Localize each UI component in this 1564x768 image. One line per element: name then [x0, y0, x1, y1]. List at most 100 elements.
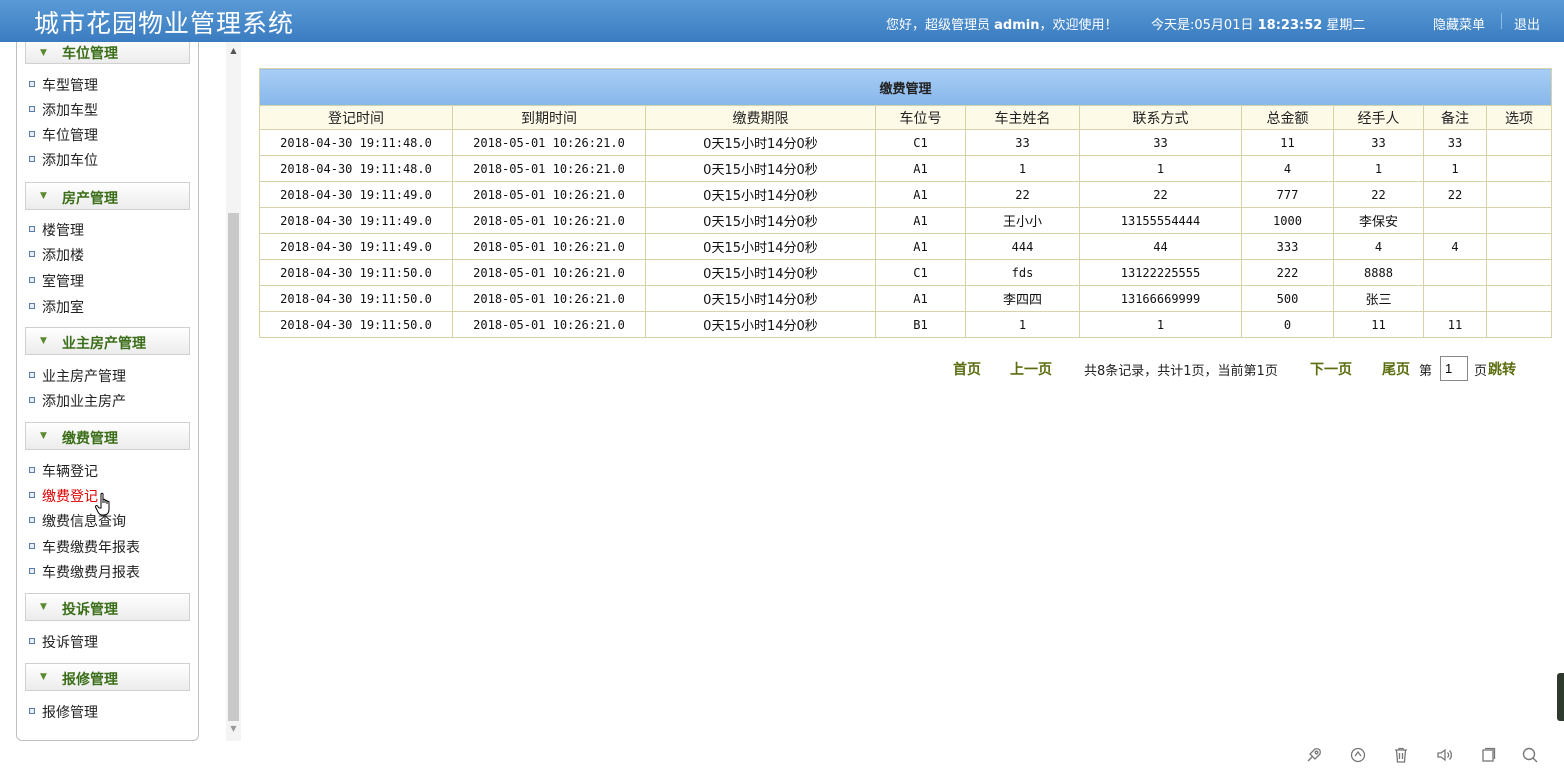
table-row: 2018-04-30 19:11:49.0 2018-05-01 10:26:21… — [259, 233, 1553, 260]
table-header-row: 登记时间 到期时间 缴费期限 车位号 车主姓名 联系方式 总金额 经手人 备注 选项 — [259, 105, 1553, 130]
search-icon[interactable] — [1521, 746, 1539, 764]
greeting: 您好，超级管理员 admin，欢迎使用！ — [886, 14, 1118, 33]
window-icon[interactable] — [1479, 746, 1497, 764]
trash-icon[interactable] — [1392, 746, 1410, 764]
last-page-link[interactable]: 尾页 — [1382, 359, 1410, 379]
table-cell: 李保安 — [1333, 207, 1424, 234]
group-payments[interactable]: ▼ 缴费管理 — [25, 422, 190, 450]
table-cell: 0天15小时14分0秒 — [645, 233, 876, 260]
sidebar-menu: ▼ 车位管理 车型管理 添加车型 车位管理 添加车位 ▼ 房产管理 楼管理 添加… — [16, 42, 199, 741]
jump-page-link[interactable]: 跳转 — [1488, 359, 1516, 379]
chevron-down-icon: ▼ — [40, 191, 47, 201]
table-cell[interactable] — [1485, 155, 1553, 182]
table-cell: 1 — [1333, 155, 1424, 182]
table-cell: A1 — [875, 155, 966, 182]
table-cell: 4 — [1333, 233, 1424, 260]
table-cell: 2018-05-01 10:26:21.0 — [452, 207, 646, 234]
table-cell: C1 — [875, 259, 966, 286]
bullet-icon — [29, 372, 35, 378]
table-cell — [1423, 207, 1487, 234]
table-cell: 22 — [1333, 181, 1424, 208]
table-cell: 33 — [1333, 129, 1424, 156]
group-repairs[interactable]: ▼ 报修管理 — [25, 663, 190, 691]
table-cell: 1 — [965, 155, 1080, 182]
bullet-icon — [29, 303, 35, 309]
table-cell: 2018-05-01 10:26:21.0 — [452, 155, 646, 182]
chevron-down-icon: ▼ — [40, 672, 47, 682]
scroll-up-icon[interactable]: ▲ — [226, 46, 241, 58]
hide-menu-link[interactable]: 隐藏菜单 — [1433, 14, 1485, 33]
rocket-icon[interactable] — [1305, 746, 1323, 764]
logout-link[interactable]: 退出 — [1514, 14, 1540, 33]
scrollbar-thumb[interactable] — [228, 213, 239, 721]
group-property[interactable]: ▼ 房产管理 — [25, 182, 190, 210]
column-header: 总金额 — [1241, 105, 1334, 130]
table-cell: 0天15小时14分0秒 — [645, 207, 876, 234]
table-cell: 2018-04-30 19:11:49.0 — [259, 233, 453, 260]
next-page-link[interactable]: 下一页 — [1310, 359, 1352, 379]
bullet-icon — [29, 226, 35, 232]
prev-page-link[interactable]: 上一页 — [1010, 359, 1052, 379]
table-cell[interactable] — [1485, 311, 1553, 338]
table-cell: C1 — [875, 129, 966, 156]
table-cell: 2018-05-01 10:26:21.0 — [452, 181, 646, 208]
table-body: 2018-04-30 19:11:48.0 2018-05-01 10:26:21… — [259, 129, 1553, 338]
table-cell[interactable] — [1485, 129, 1553, 156]
table-row: 2018-04-30 19:11:50.0 2018-05-01 10:26:21… — [259, 259, 1553, 286]
table-cell: 2018-05-01 10:26:21.0 — [452, 233, 646, 260]
payment-table: 缴费管理 登记时间 到期时间 缴费期限 车位号 车主姓名 联系方式 总金额 经手人 备注 选项 2… — [258, 68, 1553, 338]
table-cell: 0 — [1241, 311, 1334, 338]
volume-icon[interactable] — [1435, 746, 1453, 764]
page-label: 第 — [1419, 364, 1433, 379]
table-cell: 1 — [1079, 155, 1242, 182]
date-text: 今天是:05月01日 — [1151, 18, 1254, 33]
table-cell: 22 — [1423, 181, 1487, 208]
table-cell: 2018-04-30 19:11:50.0 — [259, 285, 453, 312]
table-row: 2018-04-30 19:11:48.0 2018-05-01 10:26:21… — [259, 129, 1553, 156]
table-caption-row: 缴费管理 — [258, 68, 1553, 106]
app-header: 城市花园物业管理系统 您好，超级管理员 admin，欢迎使用！ 今天是:05月0… — [0, 0, 1564, 42]
table-cell: 2018-05-01 10:26:21.0 — [452, 285, 646, 312]
table-cell: 44 — [1079, 233, 1242, 260]
scroll-down-icon[interactable]: ▼ — [226, 724, 241, 736]
table-cell: 11 — [1423, 311, 1487, 338]
sidebar-scrollbar[interactable]: ▲ ▼ — [226, 42, 241, 741]
page-number-input[interactable] — [1440, 356, 1468, 381]
hand-cursor-icon — [94, 492, 116, 518]
bullet-icon — [29, 708, 35, 714]
table-cell: 13122225555 — [1079, 259, 1242, 286]
table-cell: 0天15小时14分0秒 — [645, 181, 876, 208]
table-cell: 33 — [1423, 129, 1487, 156]
table-cell[interactable] — [1485, 259, 1553, 286]
table-cell[interactable] — [1485, 207, 1553, 234]
table-cell: 22 — [965, 181, 1080, 208]
table-cell: 4 — [1241, 155, 1334, 182]
table-cell: 王小小 — [965, 207, 1080, 234]
table-cell: 1000 — [1241, 207, 1334, 234]
table-cell: 4 — [1423, 233, 1487, 260]
column-header: 备注 — [1423, 105, 1487, 130]
column-header: 车位号 — [875, 105, 966, 130]
table-cell[interactable] — [1485, 181, 1553, 208]
group-owner-property[interactable]: ▼ 业主房产管理 — [25, 327, 190, 355]
bullet-icon — [29, 156, 35, 162]
chevron-down-icon: ▼ — [40, 336, 47, 346]
table-row: 2018-04-30 19:11:48.0 2018-05-01 10:26:21… — [259, 155, 1553, 182]
header-divider — [1501, 13, 1502, 29]
table-cell: 0天15小时14分0秒 — [645, 285, 876, 312]
group-complaints[interactable]: ▼ 投诉管理 — [25, 593, 190, 621]
first-page-link[interactable]: 首页 — [953, 359, 981, 379]
refresh-icon[interactable] — [1349, 746, 1367, 764]
table-cell: 2018-04-30 19:11:48.0 — [259, 155, 453, 182]
table-cell: 0天15小时14分0秒 — [645, 259, 876, 286]
table-cell[interactable] — [1485, 285, 1553, 312]
table-cell: 0天15小时14分0秒 — [645, 155, 876, 182]
group-parking[interactable]: ▼ 车位管理 — [25, 42, 190, 64]
greeting-suffix: ，欢迎使用！ — [1039, 18, 1118, 33]
table-cell: fds — [965, 259, 1080, 286]
table-cell: 777 — [1241, 181, 1334, 208]
bullet-icon — [29, 467, 35, 473]
table-row: 2018-04-30 19:11:50.0 2018-05-01 10:26:21… — [259, 285, 1553, 312]
table-cell[interactable] — [1485, 233, 1553, 260]
side-handle[interactable] — [1557, 673, 1564, 721]
